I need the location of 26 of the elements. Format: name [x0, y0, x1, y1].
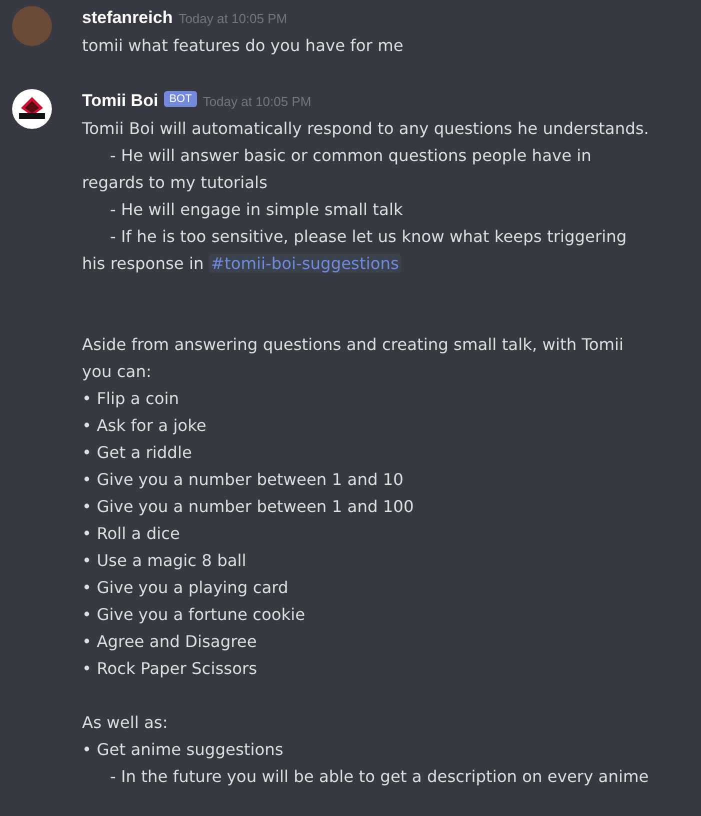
bot-tag: BOT: [164, 91, 197, 107]
message-text: • Get anime suggestions: [82, 739, 284, 761]
message-text: - He will engage in simple small talk: [109, 199, 404, 221]
timestamp: Today at 10:05 PM: [202, 93, 312, 111]
message-text: • Give you a number between 1 and 100: [82, 496, 415, 518]
message-text: Tomii Boi will automatically respond to any questions he understands.: [82, 118, 650, 140]
username[interactable]: Tomii Boi: [82, 87, 158, 115]
message-text: • Give you a playing card: [82, 577, 290, 599]
message-text: - In the future you will be able to get a description on every anime: [109, 766, 650, 788]
message-text: - He will answer basic or common questions people have in regards to my tutorials: [82, 145, 592, 194]
message-text: • Ask for a joke: [82, 415, 208, 437]
message-text: • Use a magic 8 ball: [82, 550, 248, 572]
username[interactable]: stefanreich: [82, 4, 173, 32]
timestamp: Today at 10:05 PM: [178, 10, 288, 28]
message-text: • Flip a coin: [82, 388, 180, 410]
message-text: • Give you a fortune cookie: [82, 604, 306, 626]
message-text: • Give you a number between 1 and 10: [82, 469, 404, 491]
message-text: • Rock Paper Scissors: [82, 658, 258, 680]
message-text: - If he is too sensitive, please let us know what keeps triggering his response in #tomii-boi-suggestions: [82, 226, 628, 275]
bot-avatar-icon[interactable]: [12, 89, 52, 129]
message-text: Aside from answering questions and creating small talk, with Tomii you can:: [82, 334, 625, 383]
message-text: • Agree and Disagree: [82, 631, 258, 653]
message-text: • Get a riddle: [82, 442, 193, 464]
message-text: • Roll a dice: [82, 523, 181, 545]
message-text: tomii what features do you have for me: [82, 35, 404, 57]
message-text: As well as:: [82, 712, 169, 734]
